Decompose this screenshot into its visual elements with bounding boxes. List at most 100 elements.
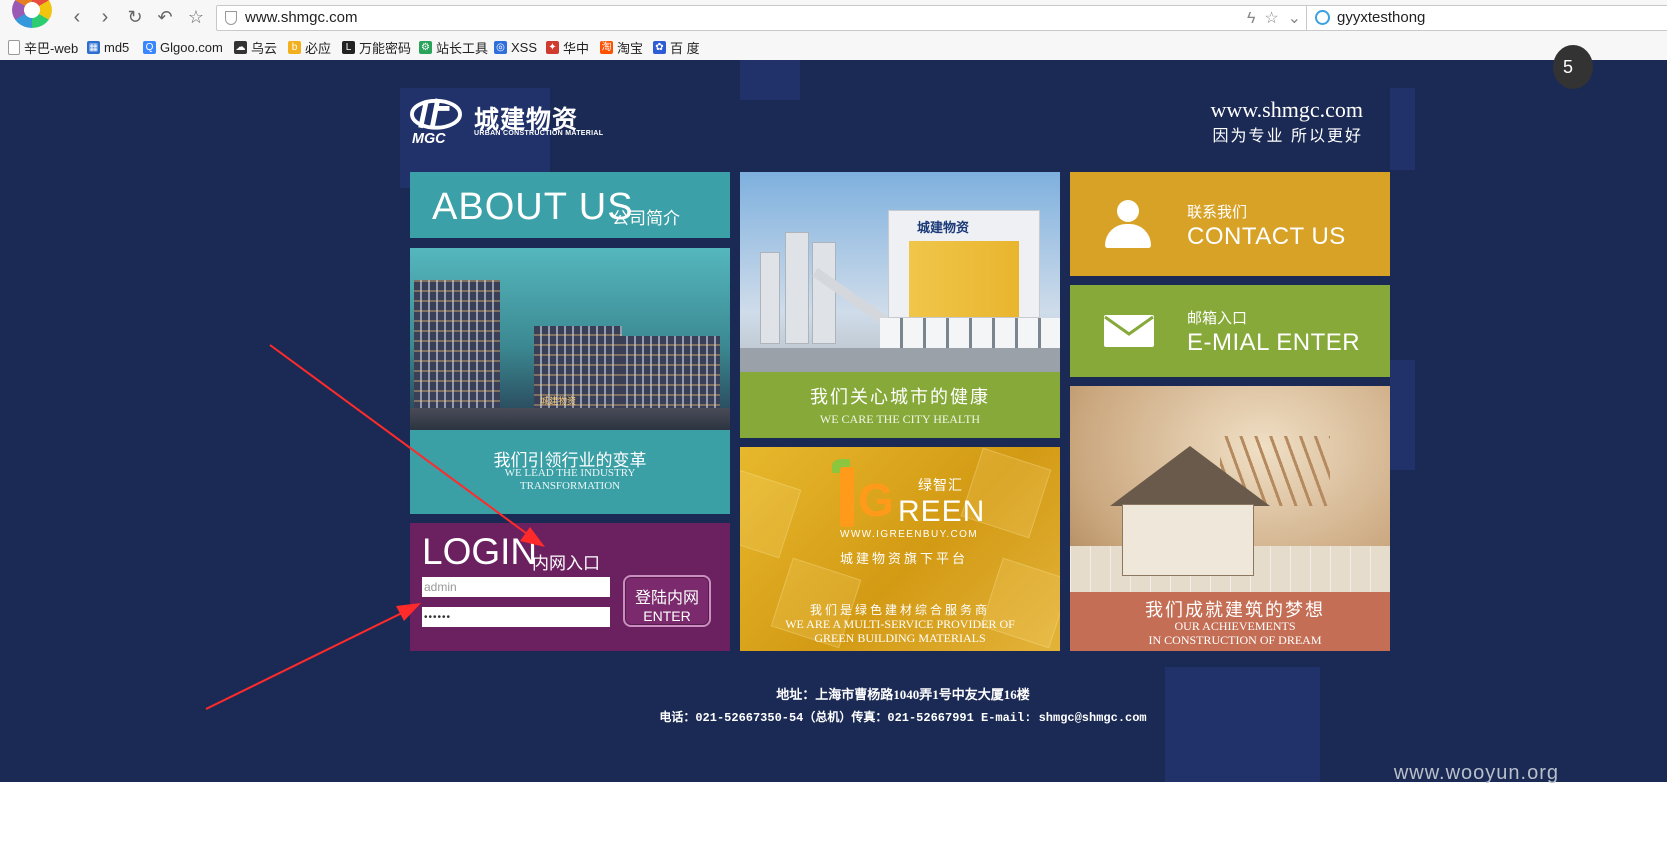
about-title-cn: 公司简介: [612, 209, 680, 228]
password-input[interactable]: [422, 607, 610, 627]
contact-title-cn: 联系我们: [1187, 204, 1248, 221]
email-enter-tile[interactable]: 邮箱入口 E-MIAL ENTER: [1070, 285, 1390, 377]
roof-image: [1110, 446, 1270, 506]
lead-caption-en: WE LEAD THE INDUSTRY TRANSFORMATION: [504, 467, 636, 492]
igreen-url: WWW.IGREENBUY.COM: [840, 529, 979, 540]
footer-address: 地址：上海市曹杨路1040弄1号中友大厦16楼: [776, 687, 1030, 702]
bg-decor-block: [740, 60, 800, 100]
search-input[interactable]: gyyxtesthong: [1337, 9, 1425, 26]
bookmark-label: XSS: [511, 39, 538, 55]
building-sign: 城建物资: [540, 396, 577, 406]
bird-icon: ✦: [546, 40, 559, 54]
bolt-icon[interactable]: ϟ: [1247, 10, 1255, 27]
reload-icon[interactable]: ↻: [124, 6, 146, 28]
site-slogan: 因为专业 所以更好: [1212, 128, 1363, 145]
bookmark-item[interactable]: ⚙ 站长工具: [419, 38, 488, 56]
dream-tile[interactable]: 我们成就建筑的梦想 OUR ACHIEVEMENTS IN CONSTRUCTIO…: [1070, 386, 1390, 651]
bookmark-item[interactable]: ▦ md5: [87, 38, 129, 56]
mgc-logo-icon: MGC: [410, 98, 462, 145]
city-health-tile[interactable]: 城建物资 我们关心城市的健康 WE CARE THE CITY HEALTH: [740, 172, 1060, 438]
bookmark-item[interactable]: 淘淘宝: [600, 38, 643, 56]
house-model-photo: [1070, 386, 1390, 592]
silo-image: [785, 232, 809, 344]
brand-name-en: URBAN CONSTRUCTION MATERIAL: [474, 130, 604, 137]
street-image: [410, 408, 730, 430]
bookmark-item[interactable]: b 必应: [288, 38, 331, 56]
city-photo: 城建物资: [410, 248, 730, 430]
search-icon: Q: [143, 40, 156, 54]
cube-decor: [740, 467, 802, 559]
about-title-en: ABOUT US: [432, 186, 634, 228]
globe-icon: ◎: [494, 40, 507, 54]
house-wall-image: [1122, 504, 1254, 576]
login-enter-button[interactable]: 登陆内网 ENTER: [623, 575, 711, 627]
factory-photo: 城建物资: [740, 172, 1060, 372]
bookmark-item[interactable]: ☁ 乌云: [234, 38, 277, 56]
bookmark-label: 辛巴-web: [24, 40, 79, 56]
igreen-logo-i: [840, 467, 854, 527]
address-bar[interactable]: www.shmgc.com ϟ ☆ ⌄: [216, 5, 1308, 31]
contact-us-tile[interactable]: 联系我们 CONTACT US: [1070, 172, 1390, 276]
factory-caption-en: WE CARE THE CITY HEALTH: [819, 412, 981, 426]
site-logo[interactable]: MGC 城建物资 URBAN CONSTRUCTION MATERIAL: [408, 95, 608, 149]
email-title-en: E-MIAL ENTER: [1187, 329, 1361, 356]
login-panel: LOGIN 内网入口 登陆内网 ENTER: [410, 523, 730, 651]
person-icon-body: [1105, 224, 1151, 248]
bookmark-item[interactable]: ◎ XSS: [494, 38, 537, 56]
back-icon[interactable]: ‹: [66, 6, 88, 28]
bing-icon: b: [288, 40, 301, 54]
address-text[interactable]: www.shmgc.com: [245, 9, 358, 26]
footer-contact: 电话：021-52667350-54（总机）传真：021-52667991 E-…: [659, 711, 1147, 725]
bookmark-label: 淘宝: [617, 40, 644, 56]
shield-icon: [225, 11, 237, 25]
site-url-text: www.shmgc.com: [1210, 97, 1363, 122]
search-bar[interactable]: gyyxtesthong: [1306, 5, 1667, 31]
address-actions[interactable]: ϟ ☆ ⌄: [1247, 8, 1301, 28]
dream-caption-en: OUR ACHIEVEMENTS IN CONSTRUCTION OF DREAM: [1148, 619, 1322, 647]
svg-text:MGC: MGC: [412, 131, 446, 145]
bookmark-label: 必应: [305, 40, 332, 56]
bookmark-star-icon[interactable]: ☆: [1264, 10, 1278, 27]
page-bottom: [0, 782, 1667, 850]
tool-icon: ⚙: [419, 40, 432, 54]
star-icon[interactable]: ☆: [185, 6, 207, 28]
bookmark-item[interactable]: ✦ 华中: [546, 38, 589, 56]
envelope-icon: [1104, 315, 1154, 347]
page-icon: [8, 39, 20, 55]
bookmark-label: Glgoo.com: [160, 39, 223, 55]
about-us-tile[interactable]: ABOUT US 公司简介: [410, 172, 730, 238]
bookmark-item[interactable]: L 万能密码: [342, 38, 411, 56]
bookmark-item[interactable]: Q Glgoo.com: [143, 38, 223, 56]
silo-image: [812, 242, 836, 344]
lead-industry-tile[interactable]: 城建物资 我们引领行业的变革 WE LEAD THE INDUSTRY TRANS…: [410, 248, 730, 514]
bookmark-label: 百 度: [670, 40, 700, 56]
igreen-caption-cn: 我们是绿色建材综合服务商: [809, 603, 990, 617]
cloud-icon: ☁: [234, 40, 247, 54]
igreen-caption-en: WE ARE A MULTI-SERVICE PROVIDER OF GREEN …: [785, 617, 1015, 645]
building-image: [414, 280, 500, 410]
bg-decor-block: [1390, 360, 1415, 470]
bookmark-label: 乌云: [251, 40, 278, 56]
undo-icon[interactable]: ↶: [154, 6, 176, 28]
person-icon: [1117, 200, 1139, 222]
search-icon: [1315, 10, 1330, 25]
igreen-brand-cn: 绿智汇: [918, 477, 963, 493]
igreen-tile[interactable]: G 绿智汇 REEN WWW.IGREENBUY.COM 城建物资旗下平台 我们…: [740, 447, 1060, 651]
bookmark-item[interactable]: ✿ 百 度: [653, 38, 700, 56]
factory-hall-image: 城建物资: [888, 210, 1040, 318]
username-input[interactable]: [422, 577, 610, 597]
igreen-logo-reen: REEN: [898, 495, 986, 528]
browser-toolbar: ‹ › ↻ ↶ ☆ www.shmgc.com ϟ ☆ ⌄ gyyxtestho…: [0, 0, 1667, 35]
factory-facade: [909, 241, 1019, 317]
chevron-down-icon[interactable]: ⌄: [1288, 10, 1301, 27]
igreen-logo-g: G: [858, 474, 894, 526]
bookmark-item[interactable]: 辛巴-web: [8, 38, 78, 56]
bookmark-label: md5: [104, 39, 130, 55]
extension-badge[interactable]: 5: [1553, 45, 1593, 89]
bookmarks-bar: 辛巴-web ▦ md5 Q Glgoo.com ☁ 乌云 b 必应 L 万能密码 ⚙ 站长…: [0, 34, 1667, 61]
forward-icon[interactable]: ›: [94, 6, 116, 28]
bookmark-label: 华中: [563, 40, 590, 56]
login-button-en: ENTER: [643, 608, 691, 624]
building-image: [620, 336, 720, 414]
trucks-image: [880, 318, 1060, 348]
